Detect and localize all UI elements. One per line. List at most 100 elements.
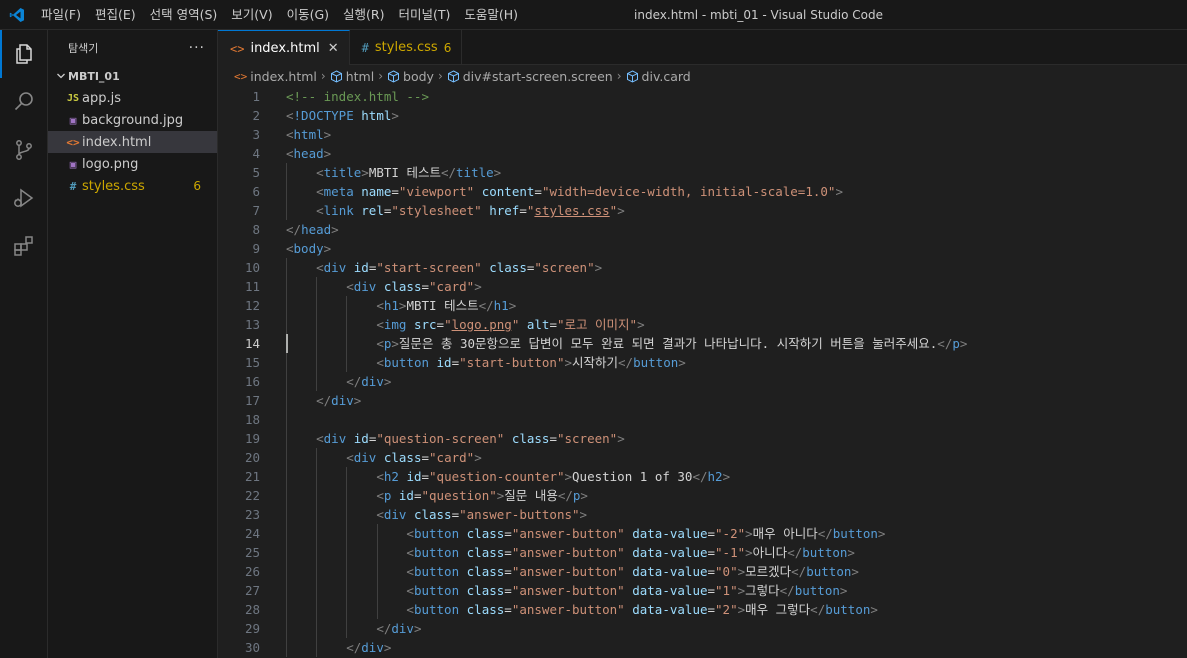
code-line[interactable]: <button class="answer-button" data-value… [286,524,967,543]
code-token: > [737,583,746,598]
code-token: < [376,469,384,484]
file-item-background-jpg[interactable]: ▣ background.jpg [48,109,217,131]
code-token: 모르겠다 [745,564,792,579]
close-icon[interactable]: ✕ [328,41,339,56]
code-token: > [474,279,482,294]
code-token: > [870,602,878,617]
line-number: 8 [252,222,260,237]
code-token: > [474,450,482,465]
code-line[interactable]: <h1>MBTI 테스트</h1> [286,296,967,315]
code-line[interactable]: <div id="start-screen" class="screen"> [286,258,967,277]
code-token: h2 [707,469,723,484]
search-icon[interactable] [0,78,48,126]
code-token: = [421,279,430,294]
menu-edit[interactable]: 편집(E) [88,0,143,30]
code-token: button [383,355,429,370]
extensions-icon[interactable] [0,222,48,270]
code-editor[interactable]: 1 2 3 4 5 6 7 8 9 10 11 12 13 14 15 16 17 18 19 20 21 22 23 24 2… [218,87,1187,658]
code-line[interactable]: <div class="card"> [286,277,967,296]
code-token: id [406,469,422,484]
code-line[interactable]: <html> [286,125,967,144]
code-token: < [376,336,384,351]
code-line[interactable]: <p id="question">질문 내용</p> [286,486,967,505]
breadcrumb-start-screen[interactable]: div#start-screen.screen [447,69,613,84]
file-name: index.html [82,134,152,150]
code-token: < [376,507,384,522]
code-token: div [353,450,377,465]
code-token: button [806,564,852,579]
tab-styles-css[interactable]: # styles.css 6 [350,30,463,65]
breadcrumb-body[interactable]: body [387,69,434,84]
menu-view[interactable]: 보기(V) [224,0,279,30]
code-line[interactable]: </div> [286,372,967,391]
code-token: p [952,336,960,351]
file-item-index-html[interactable]: <> index.html [48,131,217,153]
code-token: </ [787,545,803,560]
explorer-icon[interactable] [0,30,48,78]
code-line[interactable]: <div id="question-screen" class="screen"… [286,429,967,448]
menu-terminal[interactable]: 터미널(T) [392,0,458,30]
code-line[interactable]: <link rel="stylesheet" href="styles.css"… [286,201,967,220]
code-line[interactable]: </div> [286,391,967,410]
code-token: data-value [632,602,708,617]
code-token: button [413,564,460,579]
breadcrumb-file[interactable]: <> index.html [234,69,317,84]
code-line[interactable]: <p>질문은 총 30문항으로 답변이 모두 완료 되면 결과가 나타납니다. … [286,334,967,353]
line-number: 11 [244,279,260,294]
code-token: = [451,507,460,522]
vscode-logo-icon[interactable] [0,0,34,30]
code-line[interactable]: <meta name="viewport" content="width=dev… [286,182,967,201]
file-item-styles-css[interactable]: # styles.css 6 [48,175,217,197]
code-line[interactable]: <head> [286,144,967,163]
code-line[interactable]: <button class="answer-button" data-value… [286,543,967,562]
code-line[interactable]: </div> [286,619,967,638]
code-line[interactable]: <img src="logo.png" alt="로고 이미지"> [286,315,967,334]
code-token: = [534,184,542,199]
more-actions-icon[interactable]: ··· [189,40,205,56]
code-token: "question-screen" [376,431,505,446]
code-line[interactable]: <title>MBTI 테스트</title> [286,163,967,182]
code-line[interactable]: </div> [286,638,967,657]
code-token: 시작하기 [572,355,619,370]
code-line[interactable]: <button id="start-button">시작하기</button> [286,353,967,372]
code-line[interactable]: <div class="card"> [286,448,967,467]
menu-help[interactable]: 도움말(H) [457,0,525,30]
code-line[interactable]: <button class="answer-button" data-value… [286,562,967,581]
code-token: "answer-buttons" [459,507,580,522]
code-token: name [361,184,392,199]
code-line[interactable]: <button class="answer-button" data-value… [286,600,967,619]
breadcrumb-card[interactable]: div.card [626,69,691,84]
code-token: div [323,260,347,275]
code-lines[interactable]: <!-- index.html --> <!DOCTYPE html> <html>… [286,87,967,657]
html-file-icon: <> [234,69,248,83]
source-control-icon[interactable] [0,126,48,174]
menu-run[interactable]: 실행(R) [336,0,391,30]
code-line[interactable]: <button class="answer-button" data-value… [286,581,967,600]
file-item-logo-png[interactable]: ▣ logo.png [48,153,217,175]
breadcrumb-label: div#start-screen.screen [462,68,613,84]
code-token: html [361,108,392,123]
code-line[interactable]: </head> [286,220,967,239]
menu-file[interactable]: 파일(F) [34,0,88,30]
problem-count-badge: 6 [193,179,201,193]
code-line[interactable]: <body> [286,239,967,258]
activity-bar [0,30,48,658]
breadcrumb-html[interactable]: html [330,69,374,84]
file-item-app-js[interactable]: JS app.js [48,87,217,109]
line-number: 28 [244,602,260,617]
code-token: > [323,146,332,161]
tab-index-html[interactable]: <> index.html ✕ [218,30,350,66]
code-line[interactable]: <!DOCTYPE html> [286,106,967,125]
code-line[interactable]: <h2 id="question-counter">Question 1 of … [286,467,967,486]
folder-mbti-01[interactable]: MBTI_01 [48,65,217,87]
menu-selection[interactable]: 선택 영역(S) [143,0,225,30]
menu-go[interactable]: 이동(G) [280,0,336,30]
code-token: = [707,602,716,617]
code-line[interactable]: <div class="answer-buttons"> [286,505,967,524]
code-line[interactable]: <!-- index.html --> [286,87,967,106]
run-debug-icon[interactable] [0,174,48,222]
code-line[interactable] [286,410,967,429]
code-token: meta [323,184,354,199]
